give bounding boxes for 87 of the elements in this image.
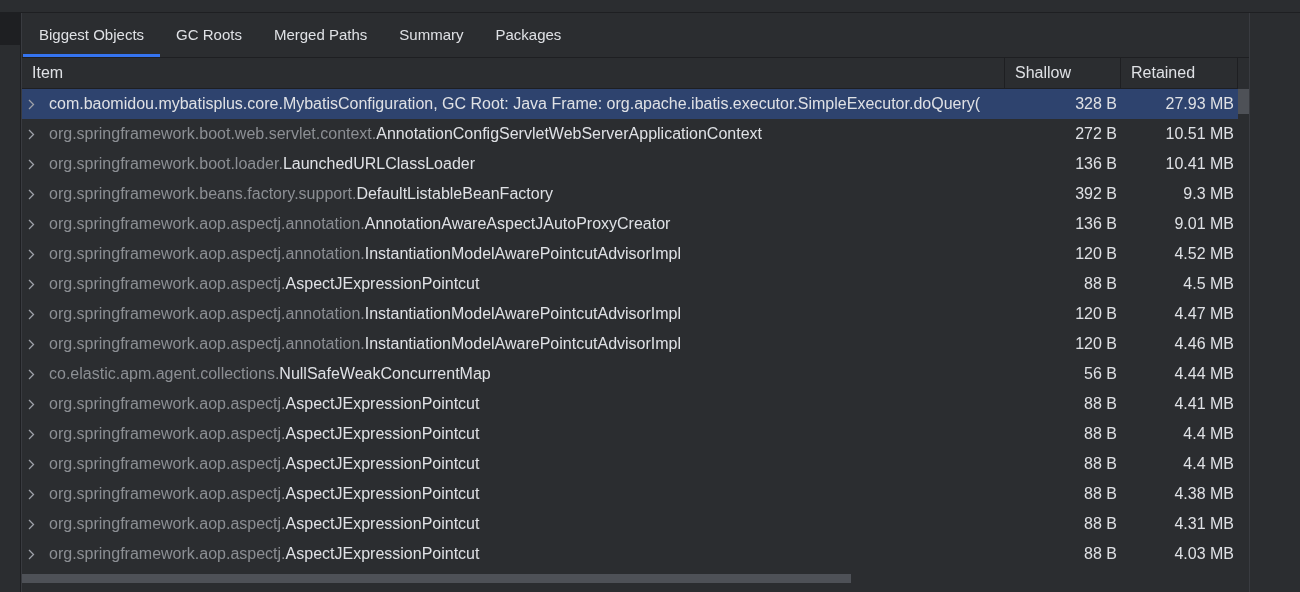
object-name: org.springframework.aop.aspectj.AspectJExpressionPointcut bbox=[49, 515, 480, 533]
shallow-size: 88 B bbox=[1084, 455, 1117, 473]
retained-size: 10.51 MB bbox=[1165, 125, 1234, 143]
shallow-size: 120 B bbox=[1075, 305, 1117, 323]
retained-size: 4.38 MB bbox=[1174, 485, 1234, 503]
tree-row[interactable]: com.baomidou.mybatisplus.core.MybatisConfiguration, GC Root: Java Frame: org.apache.ibatis.executor.SimpleExecutor.doQuery( bbox=[22, 89, 1005, 119]
tree-row[interactable]: org.springframework.aop.aspectj.AspectJExpressionPointcut bbox=[22, 389, 1005, 419]
chevron-right-icon[interactable] bbox=[28, 398, 35, 410]
tree-row[interactable]: co.elastic.apm.agent.collections.NullSafeWeakConcurrentMap bbox=[22, 359, 1005, 389]
shallow-size: 56 B bbox=[1084, 365, 1117, 383]
chevron-right-icon[interactable] bbox=[28, 308, 35, 320]
shallow-size: 88 B bbox=[1084, 515, 1117, 533]
retained-size: 4.4 MB bbox=[1183, 455, 1234, 473]
shallow-size: 88 B bbox=[1084, 425, 1117, 443]
tree-row[interactable]: org.springframework.aop.aspectj.AspectJExpressionPointcut bbox=[22, 479, 1005, 509]
tree-row[interactable]: org.springframework.aop.aspectj.AspectJExpressionPointcut bbox=[22, 269, 1005, 299]
object-name: org.springframework.aop.aspectj.AspectJExpressionPointcut bbox=[49, 485, 480, 503]
object-name: org.springframework.boot.web.servlet.context.AnnotationConfigServletWebServerApplicationContext bbox=[49, 125, 762, 143]
chevron-right-icon[interactable] bbox=[28, 128, 35, 140]
object-name: co.elastic.apm.agent.collections.NullSafeWeakConcurrentMap bbox=[49, 365, 491, 383]
shallow-size: 88 B bbox=[1084, 275, 1117, 293]
chevron-right-icon[interactable] bbox=[28, 338, 35, 350]
object-name: org.springframework.boot.loader.LaunchedURLClassLoader bbox=[49, 155, 476, 173]
object-name: org.springframework.aop.aspectj.annotation.InstantiationModelAwarePointcutAdvisorImpl bbox=[49, 305, 682, 323]
tab[interactable]: Merged Paths bbox=[257, 12, 384, 57]
object-name: org.springframework.aop.aspectj.AspectJExpressionPointcut bbox=[49, 275, 480, 293]
retained-size: 4.03 MB bbox=[1174, 545, 1234, 563]
tab[interactable]: GC Roots bbox=[160, 12, 258, 57]
retained-size: 9.3 MB bbox=[1183, 185, 1234, 203]
object-name: org.springframework.aop.aspectj.AspectJExpressionPointcut bbox=[49, 395, 480, 413]
object-name: org.springframework.beans.factory.support.DefaultListableBeanFactory bbox=[49, 185, 553, 203]
tree-row[interactable]: org.springframework.aop.aspectj.annotation.InstantiationModelAwarePointcutAdvisorImpl bbox=[22, 239, 1005, 269]
retained-size: 4.5 MB bbox=[1183, 275, 1234, 293]
shallow-size: 88 B bbox=[1084, 545, 1117, 563]
shallow-size: 120 B bbox=[1075, 335, 1117, 353]
chevron-right-icon[interactable] bbox=[28, 548, 35, 560]
tree-row[interactable]: org.springframework.aop.aspectj.annotation.InstantiationModelAwarePointcutAdvisorImpl bbox=[22, 329, 1005, 359]
object-name: org.springframework.aop.aspectj.annotation.InstantiationModelAwarePointcutAdvisorImpl bbox=[49, 245, 682, 263]
chevron-right-icon[interactable] bbox=[28, 158, 35, 170]
tree-row[interactable]: org.springframework.boot.web.servlet.context.AnnotationConfigServletWebServerApplicationContext bbox=[22, 119, 1005, 149]
tree-row[interactable]: org.springframework.aop.aspectj.AspectJExpressionPointcut bbox=[22, 539, 1005, 569]
shallow-size: 88 B bbox=[1084, 395, 1117, 413]
tree-row[interactable]: org.springframework.aop.aspectj.annotation.AnnotationAwareAspectJAutoProxyCreator bbox=[22, 209, 1005, 239]
tree-row[interactable]: org.springframework.aop.aspectj.AspectJExpressionPointcut bbox=[22, 419, 1005, 449]
shallow-size: 88 B bbox=[1084, 485, 1117, 503]
tab[interactable]: Summary bbox=[383, 12, 480, 57]
tree-row[interactable]: org.springframework.aop.aspectj.annotation.InstantiationModelAwarePointcutAdvisorImpl bbox=[22, 299, 1005, 329]
chevron-right-icon[interactable] bbox=[28, 428, 35, 440]
shallow-size: 392 B bbox=[1075, 185, 1117, 203]
retained-size: 4.4 MB bbox=[1183, 425, 1234, 443]
tree-row[interactable]: org.springframework.boot.loader.LaunchedURLClassLoader bbox=[22, 149, 1005, 179]
chevron-right-icon[interactable] bbox=[28, 248, 35, 260]
shallow-size: 328 B bbox=[1075, 95, 1117, 113]
retained-size: 4.44 MB bbox=[1174, 365, 1234, 383]
tree-row[interactable]: org.springframework.beans.factory.support.DefaultListableBeanFactory bbox=[22, 179, 1005, 209]
chevron-right-icon[interactable] bbox=[28, 368, 35, 380]
chevron-right-icon[interactable] bbox=[28, 218, 35, 230]
tab[interactable]: Packages bbox=[479, 12, 578, 57]
chevron-right-icon[interactable] bbox=[28, 518, 35, 530]
chevron-right-icon[interactable] bbox=[28, 278, 35, 290]
retained-size: 4.46 MB bbox=[1174, 335, 1234, 353]
retained-size: 4.47 MB bbox=[1174, 305, 1234, 323]
retained-size: 27.93 MB bbox=[1165, 95, 1234, 113]
object-name: org.springframework.aop.aspectj.AspectJExpressionPointcut bbox=[49, 545, 480, 563]
object-name: org.springframework.aop.aspectj.annotation.InstantiationModelAwarePointcutAdvisorImpl bbox=[49, 335, 682, 353]
tree-row[interactable]: org.springframework.aop.aspectj.AspectJExpressionPointcut bbox=[22, 509, 1005, 539]
chevron-right-icon[interactable] bbox=[28, 98, 35, 110]
shallow-size: 136 B bbox=[1075, 215, 1117, 233]
chevron-right-icon[interactable] bbox=[28, 488, 35, 500]
tab[interactable]: Biggest Objects bbox=[23, 12, 161, 57]
retained-size: 10.41 MB bbox=[1165, 155, 1234, 173]
retained-size: 4.31 MB bbox=[1174, 515, 1234, 533]
tree-row[interactable]: org.springframework.aop.aspectj.AspectJExpressionPointcut bbox=[22, 449, 1005, 479]
shallow-size: 120 B bbox=[1075, 245, 1117, 263]
retained-size: 9.01 MB bbox=[1174, 215, 1234, 233]
object-name: org.springframework.aop.aspectj.annotation.AnnotationAwareAspectJAutoProxyCreator bbox=[49, 215, 671, 233]
shallow-size: 136 B bbox=[1075, 155, 1117, 173]
retained-size: 4.41 MB bbox=[1174, 395, 1234, 413]
scrollbar-thumb[interactable] bbox=[22, 574, 851, 583]
object-name: org.springframework.aop.aspectj.AspectJExpressionPointcut bbox=[49, 425, 480, 443]
object-name: com.baomidou.mybatisplus.core.MybatisConfiguration, GC Root: Java Frame: org.apache.ibatis.executor.SimpleExecutor.doQuery( bbox=[49, 95, 981, 113]
chevron-right-icon[interactable] bbox=[28, 188, 35, 200]
chevron-right-icon[interactable] bbox=[28, 458, 35, 470]
retained-size: 4.52 MB bbox=[1174, 245, 1234, 263]
object-name: org.springframework.aop.aspectj.AspectJExpressionPointcut bbox=[49, 455, 480, 473]
scrollbar-thumb[interactable] bbox=[1238, 89, 1249, 114]
shallow-size: 272 B bbox=[1075, 125, 1117, 143]
